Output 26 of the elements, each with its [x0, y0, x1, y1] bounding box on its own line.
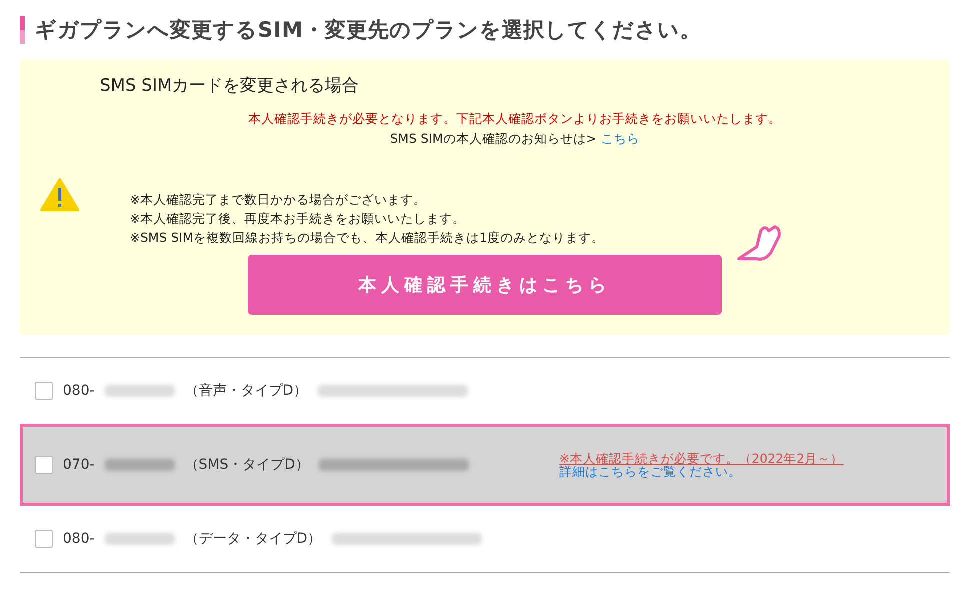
highlighted-line-row[interactable]: 070- （SMS・タイプD） ※本人確認手続きが必要です。（2022年2月～） 詳細はこちらをご覧ください。	[20, 424, 950, 506]
warning-icon	[40, 178, 80, 212]
line-checkbox[interactable]	[35, 530, 53, 548]
phone-number: 080-	[63, 383, 95, 399]
line-checkbox[interactable]	[35, 382, 53, 400]
note-text: ※本人確認完了まで数日かかる場合がございます。	[130, 191, 428, 209]
line-row[interactable]: 080- （データ・タイプD）	[20, 506, 950, 572]
redacted-bar	[104, 533, 175, 545]
verification-notice-text: ※本人確認手続きが必要です。（2022年2月～）	[559, 452, 844, 465]
phone-number: 080-	[63, 531, 95, 547]
info-link[interactable]: こちら	[600, 131, 640, 148]
redacted-bar	[104, 459, 175, 471]
line-row[interactable]: 080- （音声・タイプD）	[20, 358, 950, 424]
plan-type: （SMS・タイプD）	[184, 456, 310, 474]
heading-accent-bar	[20, 16, 25, 44]
redacted-bar	[104, 385, 175, 397]
info-text: SMS SIMの本人確認のお知らせは>	[390, 131, 597, 148]
plan-type: （音声・タイプD）	[184, 382, 308, 400]
note-text: ※SMS SIMを複数回線お持ちの場合でも、本人確認手続きは1度のみとなります。	[130, 229, 604, 247]
notice-title: SMS SIMカードを変更される場合	[100, 75, 360, 97]
warning-text: 本人確認手続きが必要となります。下記本人確認ボタンよりお手続きをお願いいたします。	[248, 111, 782, 128]
line-checkbox[interactable]	[35, 456, 53, 474]
phone-number: 070-	[63, 457, 95, 473]
plan-type: （データ・タイプD）	[184, 530, 322, 548]
page-heading: ギガプランへ変更するSIM・変更先のプランを選択してください。	[35, 17, 702, 44]
note-text: ※本人確認完了後、再度本お手続きをお願いいたします。	[130, 210, 466, 228]
